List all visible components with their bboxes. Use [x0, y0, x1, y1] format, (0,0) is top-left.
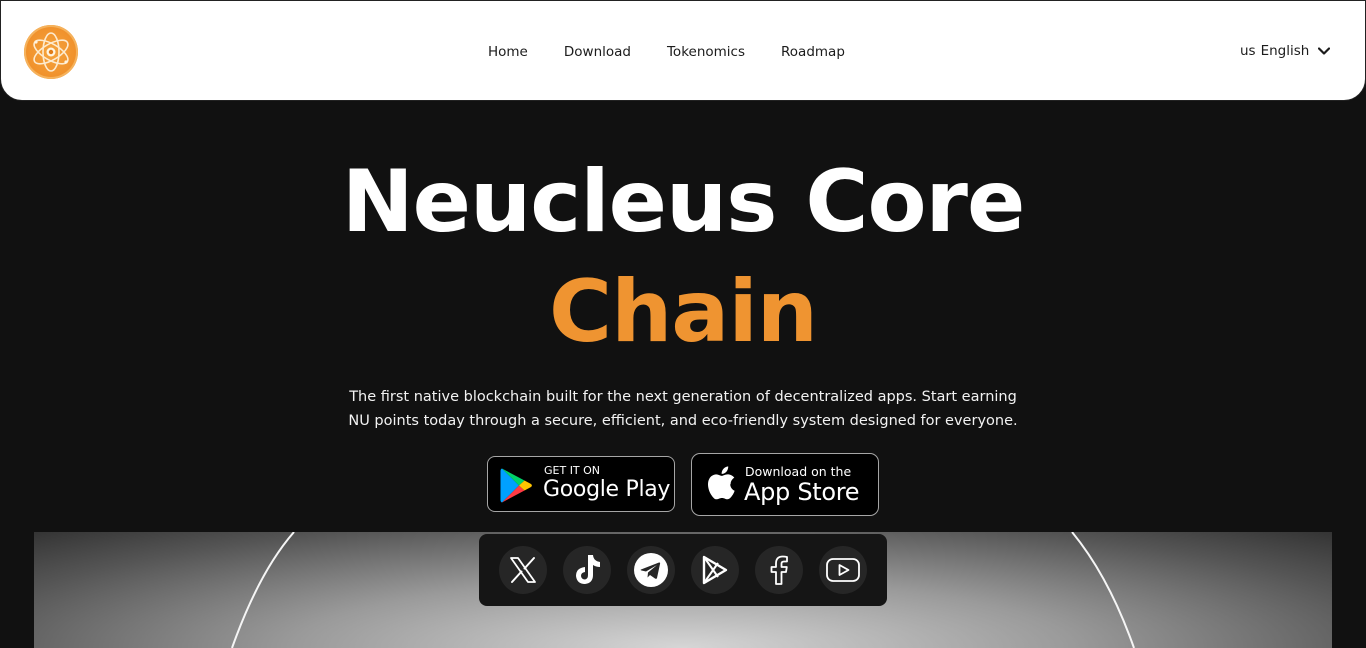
social-play-store-button[interactable] — [691, 546, 739, 594]
x-icon — [510, 557, 536, 583]
nav-link-home[interactable]: Home — [488, 44, 528, 60]
language-label: English — [1260, 43, 1310, 59]
tiktok-icon — [576, 555, 600, 584]
facebook-icon — [770, 555, 788, 585]
nav-link-download[interactable]: Download — [564, 44, 631, 60]
hero-subtitle: The first native blockchain built for th… — [348, 389, 1018, 429]
hero-title: Neucleus Core — [341, 152, 1026, 252]
nav-link-tokenomics[interactable]: Tokenomics — [667, 44, 745, 60]
google-play-small-text: GET IT ON — [544, 464, 601, 477]
language-selector[interactable]: us English — [1240, 43, 1331, 59]
google-play-big-text: Google Play — [543, 477, 671, 502]
social-x-button[interactable] — [499, 546, 547, 594]
chevron-down-icon — [1318, 47, 1331, 55]
social-youtube-button[interactable] — [819, 546, 867, 594]
social-links-bar — [479, 534, 887, 606]
app-store-small-text: Download on the — [745, 464, 852, 479]
apple-icon — [708, 466, 735, 500]
telegram-icon — [634, 553, 668, 587]
google-play-icon — [500, 468, 532, 503]
google-play-button[interactable]: GET IT ON Google Play — [487, 456, 675, 512]
play-store-icon — [702, 555, 728, 585]
navbar: Home Download Tokenomics Roadmap us Engl… — [0, 0, 1366, 101]
app-store-big-text: App Store — [744, 478, 860, 506]
atom-logo-icon[interactable] — [24, 25, 78, 79]
nav-link-roadmap[interactable]: Roadmap — [781, 44, 845, 60]
social-telegram-button[interactable] — [627, 546, 675, 594]
nav-links: Home Download Tokenomics Roadmap — [488, 44, 845, 60]
language-code: us — [1240, 43, 1256, 59]
youtube-icon — [826, 558, 860, 582]
social-tiktok-button[interactable] — [563, 546, 611, 594]
app-store-button[interactable]: Download on the App Store — [691, 453, 879, 516]
hero-title-accent: Chain — [548, 262, 818, 362]
social-facebook-button[interactable] — [755, 546, 803, 594]
